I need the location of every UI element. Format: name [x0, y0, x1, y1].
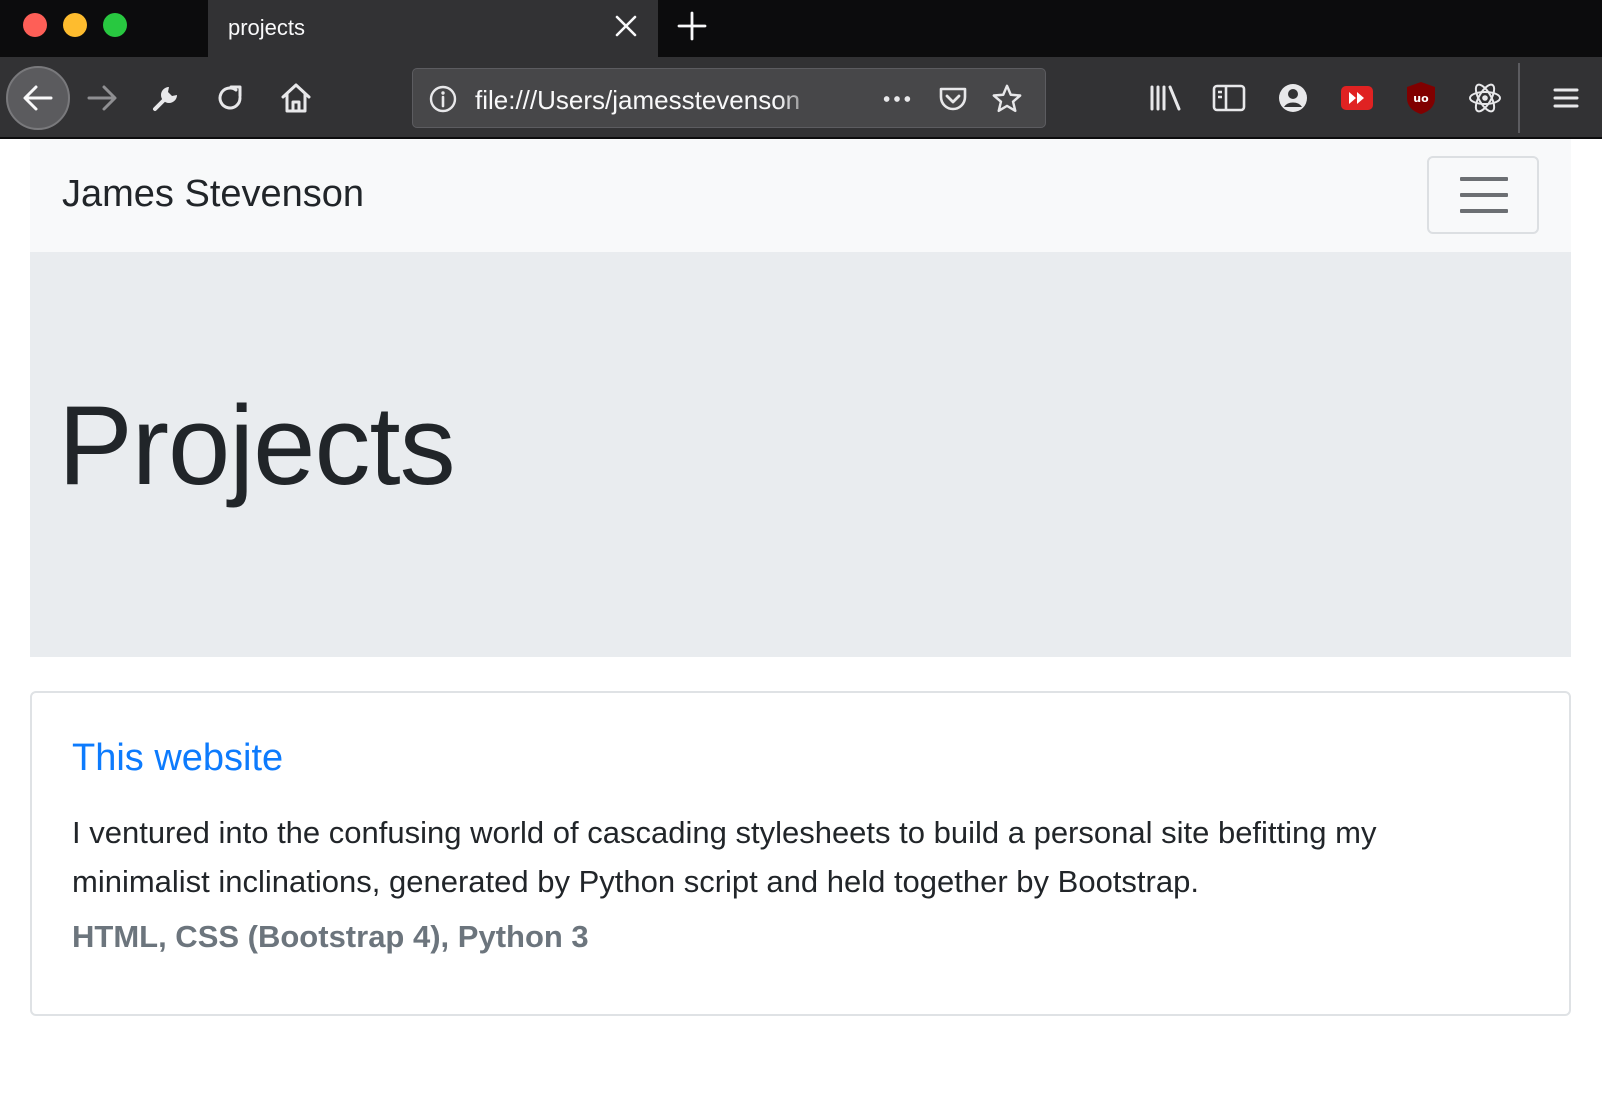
project-description: I ventured into the confusing world of c…	[72, 815, 1377, 899]
project-card: This website I ventured into the confusi…	[30, 691, 1571, 1016]
ublock-icon[interactable]: uo	[1399, 76, 1443, 120]
toggler-bar-icon	[1460, 177, 1508, 181]
bookmark-star-icon[interactable]	[991, 83, 1023, 115]
window-zoom-button[interactable]	[103, 13, 127, 37]
hamburger-menu-icon[interactable]	[1544, 76, 1588, 120]
svg-text:uo: uo	[1413, 92, 1429, 105]
wrench-icon[interactable]	[144, 76, 188, 120]
tab-title: projects	[228, 15, 306, 40]
library-icon[interactable]	[1144, 76, 1188, 120]
toggler-bar-icon	[1460, 193, 1508, 197]
back-icon[interactable]	[6, 66, 70, 130]
tab-close-icon[interactable]	[612, 12, 640, 40]
info-icon[interactable]	[427, 83, 459, 115]
page-title: Projects	[58, 383, 456, 508]
project-tech-stack: HTML, CSS (Bootstrap 4), Python 3	[72, 919, 589, 954]
home-icon[interactable]	[274, 76, 318, 120]
url-text[interactable]: file:///Users/jamesstevenson	[475, 85, 820, 116]
project-title-link[interactable]: This website	[72, 737, 283, 780]
youtube-extension-icon[interactable]	[1335, 76, 1379, 120]
sidebar-icon[interactable]	[1207, 76, 1251, 120]
toolbar-separator	[1518, 63, 1520, 133]
window-close-button[interactable]	[23, 13, 47, 37]
navbar-brand[interactable]: James Stevenson	[62, 173, 364, 216]
tab-bar: projects	[0, 0, 1602, 57]
browser-toolbar: file:///Users/jamesstevenson uo	[0, 57, 1602, 139]
forward-icon[interactable]	[80, 76, 124, 120]
window-minimize-button[interactable]	[63, 13, 87, 37]
reload-icon[interactable]	[208, 76, 252, 120]
new-tab-icon[interactable]	[676, 10, 708, 42]
pocket-icon[interactable]	[937, 83, 969, 115]
jumbotron: Projects	[30, 252, 1571, 657]
more-dots-icon[interactable]	[881, 83, 913, 115]
react-devtools-icon[interactable]	[1463, 76, 1507, 120]
page-content: James Stevenson Projects This website I …	[0, 139, 1602, 1110]
navbar-toggler-button[interactable]	[1427, 156, 1539, 234]
toggler-bar-icon	[1460, 209, 1508, 213]
account-icon[interactable]	[1271, 76, 1315, 120]
url-bar[interactable]: file:///Users/jamesstevenson	[412, 68, 1046, 128]
browser-tab[interactable]: projects	[208, 0, 658, 57]
site-navbar: James Stevenson	[30, 139, 1571, 252]
